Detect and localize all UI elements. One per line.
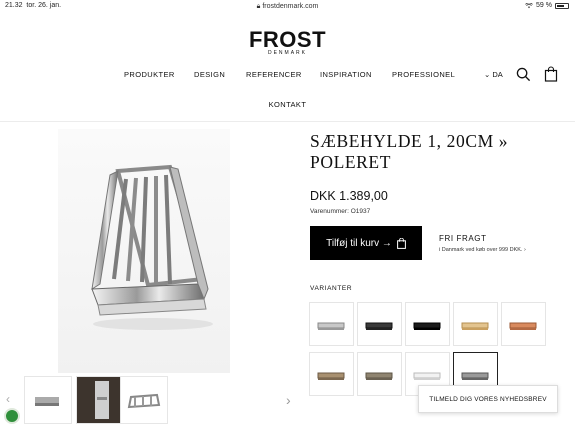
thumbnail-bathroom-scene[interactable]: [76, 376, 124, 424]
language-selector[interactable]: ⌄ DA: [484, 70, 503, 79]
lock-icon: 🔒︎: [256, 3, 261, 10]
variant-swatch-polished-steel[interactable]: [309, 302, 354, 346]
shopping-bag-icon[interactable]: [544, 66, 558, 82]
search-icon[interactable]: [516, 67, 531, 82]
variant-swatch-gold[interactable]: [453, 302, 498, 346]
nav-item-kontakt[interactable]: KONTAKT: [0, 100, 575, 109]
url-bar[interactable]: 🔒︎ frostdenmark.com: [0, 3, 575, 11]
variants-label: VARIANTER: [310, 285, 353, 292]
add-to-cart-label: Tilføj til kurv →: [326, 237, 392, 249]
variant-swatch-brass[interactable]: [309, 352, 354, 396]
thumb-prev-arrow[interactable]: ‹: [6, 392, 10, 406]
variant-swatch-black[interactable]: [357, 302, 402, 346]
thumbnail-product-detail[interactable]: [120, 376, 168, 424]
thumbnail-product-front[interactable]: [24, 376, 72, 424]
nav-item-design[interactable]: DESIGN: [194, 70, 225, 79]
free-shipping-title: FRI FRAGT: [439, 234, 487, 243]
nav-item-inspiration[interactable]: INSPIRATION: [320, 70, 372, 79]
bag-icon: [396, 237, 406, 249]
variant-swatch-copper[interactable]: [501, 302, 546, 346]
nav-item-professionel[interactable]: PROFESSIONEL: [392, 70, 455, 79]
nav-item-produkter[interactable]: PRODUKTER: [124, 70, 175, 79]
thumb-next-arrow[interactable]: ›: [286, 392, 291, 408]
status-indicators: 59 %: [525, 2, 569, 9]
logo-text: FROST: [248, 27, 327, 52]
battery-text: 59 %: [536, 2, 552, 9]
logo-subtext: DENMARK: [267, 50, 307, 56]
product-main-image[interactable]: [58, 129, 230, 373]
soap-shelf-image: [91, 164, 213, 330]
logo[interactable]: FROST DENMARK: [0, 27, 575, 57]
product-sku: Varenummer: O1937: [310, 208, 371, 215]
battery-icon: [555, 2, 569, 9]
product-price: DKK 1.389,00: [310, 189, 388, 203]
add-to-cart-button[interactable]: Tilføj til kurv →: [310, 226, 422, 260]
variant-swatch-bronze[interactable]: [357, 352, 402, 396]
chevron-down-icon: ⌄: [484, 70, 491, 79]
free-shipping-text[interactable]: i Danmark ved køb over 999 DKK. ›: [439, 247, 526, 253]
status-bar: 21.32 tor. 26. jan. 🔒︎ frostdenmark.com …: [0, 0, 575, 12]
nav-item-referencer[interactable]: REFERENCER: [246, 70, 302, 79]
eco-badge-icon[interactable]: [4, 408, 20, 424]
product-title: SÆBEHYLDE 1, 20CM » POLERET: [310, 131, 509, 172]
newsletter-signup-button[interactable]: TILMELD DIG VORES NYHEDSBREV: [418, 385, 558, 413]
wifi-icon: [525, 2, 533, 8]
variant-swatch-matte-black[interactable]: [405, 302, 450, 346]
header-divider: [0, 121, 575, 122]
